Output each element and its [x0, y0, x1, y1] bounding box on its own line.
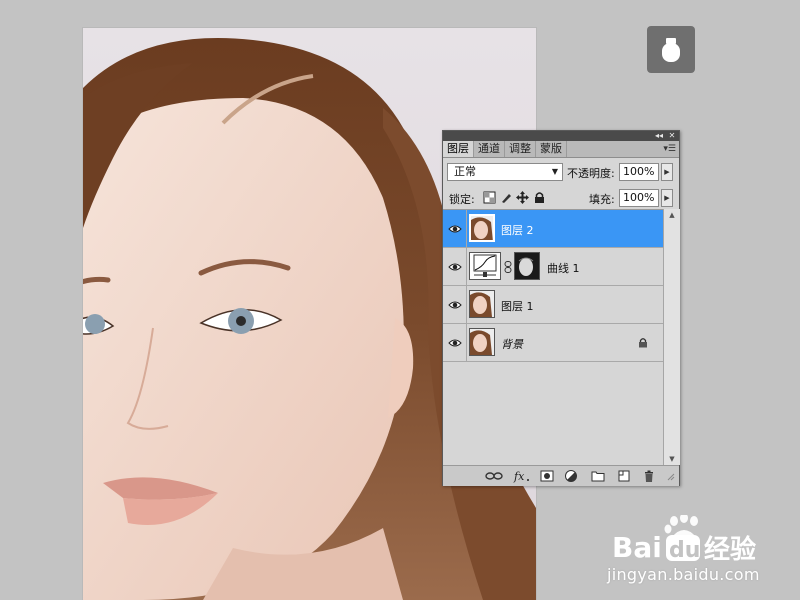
scroll-up-icon[interactable]: ▲: [664, 209, 680, 221]
visibility-eye-icon[interactable]: [443, 324, 467, 361]
layer-name[interactable]: 背景: [501, 336, 523, 352]
new-group-folder-icon[interactable]: [591, 469, 605, 483]
visibility-eye-icon[interactable]: [443, 248, 467, 285]
layer-row-background[interactable]: 背景: [443, 324, 663, 362]
fill-input[interactable]: 100%: [619, 189, 659, 207]
layer-mask-thumbnail[interactable]: [514, 252, 540, 280]
lock-all-icon[interactable]: [533, 191, 546, 204]
adjustment-layer-icon[interactable]: [564, 469, 578, 483]
svg-text:fx: fx: [513, 470, 525, 483]
lock-image-pixels-icon[interactable]: [500, 191, 513, 204]
panel-menu-icon[interactable]: ▾☰: [663, 141, 676, 157]
lock-label: 锁定:: [449, 193, 475, 206]
add-mask-icon[interactable]: [540, 469, 554, 483]
link-layers-icon[interactable]: [485, 469, 503, 483]
opacity-slider-button[interactable]: ▶: [661, 163, 673, 181]
watermark-url: jingyan.baidu.com: [607, 565, 760, 584]
brand-du-text: du: [669, 538, 700, 563]
lock-icon: [639, 338, 647, 348]
layer-row-layer-1[interactable]: 图层 1: [443, 286, 663, 324]
brand-jingyan-text: 经验: [704, 534, 756, 565]
visibility-eye-icon[interactable]: [443, 210, 467, 247]
layer-thumbnail: [469, 328, 495, 356]
opacity-label: 不透明度:: [567, 167, 615, 180]
layers-scrollbar[interactable]: ▲ ▼: [663, 209, 680, 465]
tab-adjustments[interactable]: 调整: [505, 141, 536, 157]
lock-position-icon[interactable]: [516, 191, 529, 204]
lock-transparent-pixels-icon[interactable]: [483, 191, 496, 204]
tab-channels[interactable]: 通道: [474, 141, 505, 157]
scroll-down-icon[interactable]: ▼: [664, 453, 680, 465]
baidu-jingyan-logo: Bai du 经验: [612, 515, 756, 565]
chevron-down-icon: ▼: [551, 167, 558, 176]
collapse-icon[interactable]: ◂◂: [653, 131, 665, 141]
tab-layers[interactable]: 图层: [443, 141, 474, 157]
panel-footer: fx: [443, 465, 679, 486]
link-chain-icon[interactable]: [504, 261, 512, 273]
layers-panel: ◂◂ ✕ 图层 通道 调整 蒙版 ▾☰ 正常 ▼ 不透明度: 100% ▶ 锁定…: [442, 130, 680, 486]
new-layer-icon[interactable]: [617, 469, 631, 483]
blend-mode-select[interactable]: 正常 ▼: [447, 163, 563, 181]
layer-thumbnail: [469, 214, 495, 242]
tab-masks[interactable]: 蒙版: [536, 141, 567, 157]
usb-icon[interactable]: [647, 26, 695, 73]
fill-label: 填充:: [589, 193, 615, 206]
blend-mode-value: 正常: [454, 165, 476, 178]
layer-name[interactable]: 图层 1: [501, 298, 534, 314]
layer-thumbnail: [469, 290, 495, 318]
layer-row-curves-1[interactable]: 曲线 1: [443, 248, 663, 286]
panel-titlebar[interactable]: ◂◂ ✕: [443, 131, 679, 141]
layers-list: 图层 2 曲线 1 图层 1 背景: [443, 209, 663, 466]
delete-layer-trash-icon[interactable]: [642, 469, 656, 483]
panel-tabbar: 图层 通道 调整 蒙版 ▾☰: [443, 141, 679, 158]
svg-text:Bai: Bai: [612, 531, 662, 564]
visibility-eye-icon[interactable]: [443, 286, 467, 323]
layer-name[interactable]: 曲线 1: [547, 260, 580, 276]
layer-name[interactable]: 图层 2: [501, 222, 534, 238]
layer-style-fx-icon[interactable]: fx: [513, 469, 531, 483]
fill-slider-button[interactable]: ▶: [661, 189, 673, 207]
opacity-input[interactable]: 100%: [619, 163, 659, 181]
close-icon[interactable]: ✕: [666, 131, 678, 141]
resize-grip-icon[interactable]: [665, 469, 675, 483]
layer-row-layer-2[interactable]: 图层 2: [443, 210, 663, 248]
curves-adjustment-icon[interactable]: [469, 252, 501, 280]
